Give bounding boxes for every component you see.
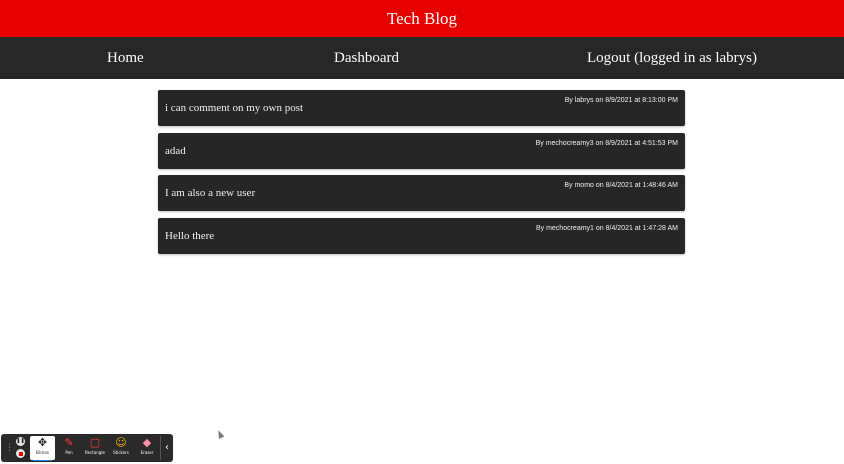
mouse-cursor-icon <box>215 429 225 439</box>
eraser-tool-button[interactable]: ◆ Eraser <box>135 436 159 460</box>
rectangle-icon: ▢ <box>89 436 101 449</box>
pen-tool-button[interactable]: ✎ Pen <box>57 436 81 460</box>
collapse-toolbar-icon[interactable]: ‹ <box>160 436 173 460</box>
nav-home-link[interactable]: Home <box>107 37 144 79</box>
post-title: adad <box>165 144 186 157</box>
stickers-tool-label: Stickers <box>113 450 129 455</box>
rectangle-tool-label: Rectangle <box>85 450 105 455</box>
main-nav: Home Dashboard Logout (logged in as labr… <box>0 37 844 79</box>
post-title: Hello there <box>165 229 215 242</box>
stickers-tool-button[interactable]: ☺ Stickers <box>109 436 133 460</box>
post-list: i can comment on my own post By labrys o… <box>158 90 685 260</box>
eraser-tool-label: Eraser <box>140 450 154 455</box>
site-header: Tech Blog <box>0 0 844 37</box>
post-card[interactable]: i can comment on my own post By labrys o… <box>158 90 685 126</box>
nav-dashboard-link[interactable]: Dashboard <box>334 37 399 79</box>
post-title: i can comment on my own post <box>165 102 304 114</box>
post-card[interactable]: adad By mechocreamy3 on 8/9/2021 at 4:51… <box>158 132 685 169</box>
post-meta: By labrys on 8/9/2021 at 8:13:00 PM <box>564 97 678 104</box>
post-meta: By mechocreamy3 on 8/9/2021 at 4:51:53 P… <box>535 139 678 147</box>
post-meta: By mechocreamy1 on 8/4/2021 at 1:47:28 A… <box>535 224 678 232</box>
post-card[interactable]: Hello there By mechocreamy1 on 8/4/2021 … <box>158 217 685 254</box>
select-tool-icon: ✥ <box>37 436 48 449</box>
post-title: I am also a new user <box>165 187 256 199</box>
rectangle-tool-button[interactable]: ▢ Rectangle <box>83 436 107 460</box>
drag-handle-icon[interactable]: ⋮ <box>5 442 14 454</box>
pen-tool-label: Pen <box>65 450 73 455</box>
select-tool-button[interactable]: ✥ Ellman <box>30 436 55 461</box>
pen-icon: ✎ <box>64 436 74 449</box>
stop-record-icon[interactable] <box>16 449 25 458</box>
site-title: Tech Blog <box>386 9 458 28</box>
sticker-icon: ☺ <box>115 436 127 449</box>
pause-icon[interactable]: ❚❚ <box>16 437 25 446</box>
annotation-toolbar: ⋮ ❚❚ ✥ Ellman ✎ Pen ▢ Rectangle ☺ Sticke… <box>1 434 173 462</box>
post-card[interactable]: I am also a new user By momo on 8/4/2021… <box>158 175 685 211</box>
nav-logout-link[interactable]: Logout (logged in as labrys) <box>587 37 757 79</box>
eraser-icon: ◆ <box>142 436 152 449</box>
post-meta: By momo on 8/4/2021 at 1:48:46 AM <box>564 182 678 189</box>
select-tool-label: Ellman <box>35 450 50 455</box>
